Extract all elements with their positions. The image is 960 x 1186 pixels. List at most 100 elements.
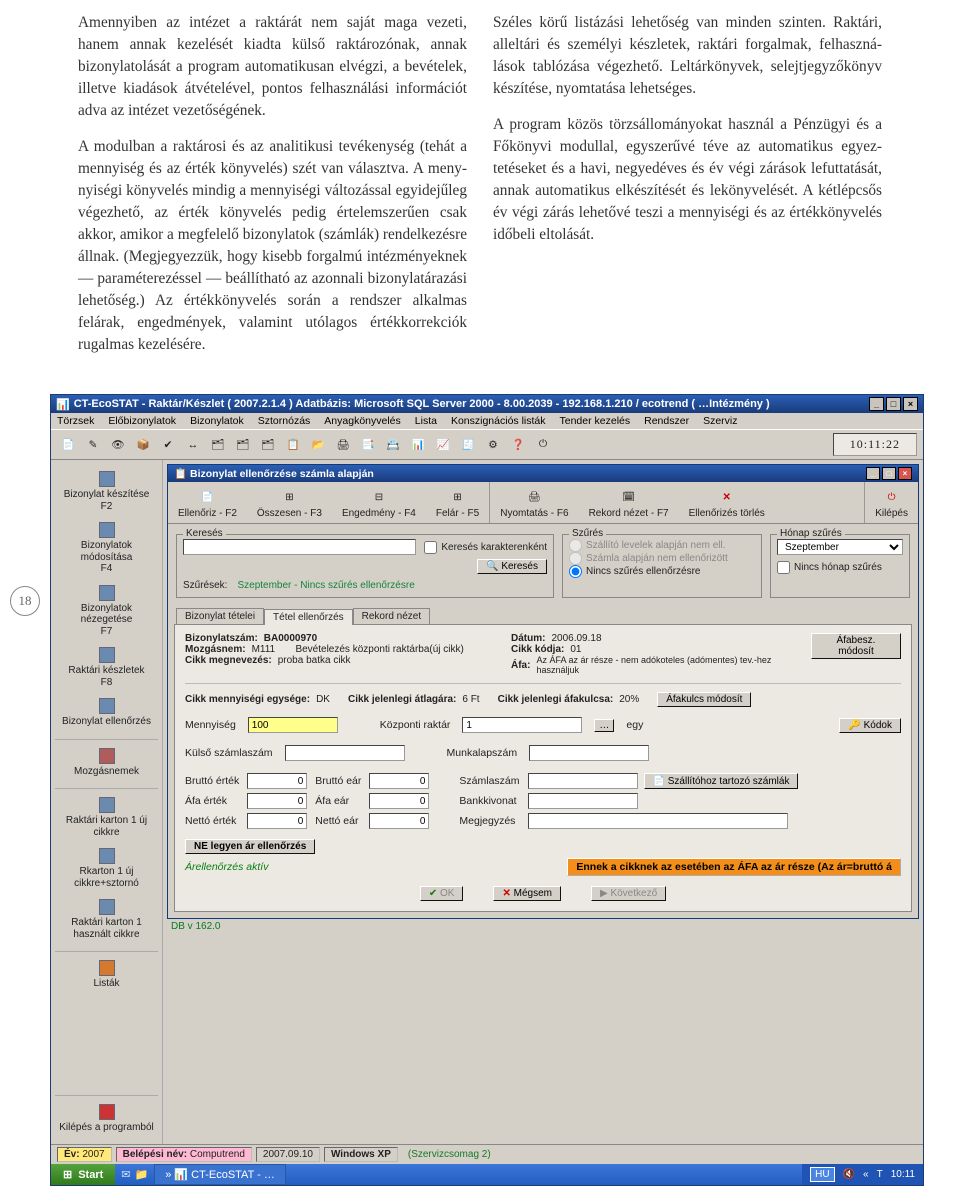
menu-item[interactable]: Előbizonylatok — [108, 415, 176, 427]
toolbar-icon[interactable]: 🗂 — [232, 434, 254, 456]
menu-item[interactable]: Szerviz — [703, 415, 737, 427]
dlg-maximize[interactable]: □ — [882, 467, 896, 480]
quicklaunch-icon[interactable]: ✉ — [121, 1168, 130, 1181]
toolbar-icon[interactable]: 👁 — [107, 434, 129, 456]
dialog-window: 📋 Bizonylat ellenőrzése számla alapján _… — [167, 464, 919, 919]
toolbar-icon[interactable]: 📄 — [57, 434, 79, 456]
sidebar-item[interactable]: Raktári karton 1 új cikkre — [55, 788, 158, 841]
tb-kilepes[interactable]: ⏻Kilépés — [864, 482, 918, 523]
tray-icon[interactable]: 🔇 — [843, 1169, 855, 1180]
search-input[interactable] — [183, 539, 416, 555]
menu-item[interactable]: Konszignációs listák — [451, 415, 546, 427]
cancel-button[interactable]: ✕ Mégsem — [493, 886, 561, 901]
window-title: CT-EcoSTAT - Raktár/Készlet ( 2007.2.1.4… — [74, 398, 770, 410]
dlg-minimize[interactable]: _ — [866, 467, 880, 480]
tab-ellenorzes[interactable]: Tétel ellenőrzés — [264, 609, 353, 625]
brutto-ertek-input[interactable] — [247, 773, 307, 789]
sidebar-item[interactable]: Bizonylatok nézegetéseF7 — [55, 582, 158, 641]
brutto-ear-input[interactable] — [369, 773, 429, 789]
menu-item[interactable]: Tender kezelés — [560, 415, 631, 427]
sidebar-item[interactable]: Bizonylatok módosításaF4 — [55, 519, 158, 578]
szallito-szamlak-button[interactable]: 📄 Szállítóhoz tartozó számlák — [644, 773, 799, 789]
toolbar-icon[interactable]: ✎ — [82, 434, 104, 456]
sidebar-exit[interactable]: Kilépés a programból — [55, 1095, 158, 1137]
toolbar-icon[interactable]: ⚙ — [482, 434, 504, 456]
filter-opt1[interactable]: Szállító levelek alapján nem ell. — [569, 539, 755, 552]
tab-rekord[interactable]: Rekord nézet — [353, 608, 430, 624]
sidebar-item[interactable]: Rkarton 1 új cikkre+sztornó — [55, 845, 158, 892]
tb-osszesen[interactable]: ⊞Összesen - F3 — [247, 482, 332, 523]
toolbar-icon[interactable]: 📂 — [307, 434, 329, 456]
menu-item[interactable]: Lista — [415, 415, 437, 427]
toolbar-icon[interactable]: 🖨 — [332, 434, 354, 456]
tray-icon[interactable]: T — [877, 1169, 883, 1180]
filter-opt3[interactable]: Nincs szűrés ellenőrzésre — [569, 565, 755, 578]
toolbar-icon[interactable]: 📇 — [382, 434, 404, 456]
month-select[interactable]: Szeptember — [777, 539, 903, 555]
kulso-szamla-input[interactable] — [285, 745, 405, 761]
sidebar-item[interactable]: Bizonylat készítéseF2 — [55, 468, 158, 515]
tb-torles[interactable]: ✕Ellenőrizés törlés — [679, 482, 775, 523]
start-button[interactable]: ⊞ Start — [51, 1164, 115, 1185]
afakulcs-modosit-button[interactable]: Áfakulcs módosít — [657, 692, 751, 707]
toolbar-icon[interactable]: 🗂 — [257, 434, 279, 456]
szamlaszam-input[interactable] — [528, 773, 638, 789]
toolbar-icon[interactable]: 📈 — [432, 434, 454, 456]
toolbar-icon[interactable]: ✔ — [157, 434, 179, 456]
menu-item[interactable]: Törzsek — [57, 415, 94, 427]
filter-opt2[interactable]: Számla alapján nem ellenőrizött — [569, 552, 755, 565]
raktar-input[interactable] — [462, 717, 582, 733]
toolbar-icon[interactable]: 🧾 — [457, 434, 479, 456]
megjegyzes-input[interactable] — [528, 813, 788, 829]
raktar-lookup[interactable]: … — [594, 719, 614, 732]
tb-engedmeny[interactable]: ⊟Engedmény - F4 — [332, 482, 426, 523]
mennyiseg-input[interactable] — [248, 717, 338, 733]
menu-item[interactable]: Sztornózás — [258, 415, 311, 427]
afa-ear-input[interactable] — [369, 793, 429, 809]
toolbar-icon[interactable]: 📋 — [282, 434, 304, 456]
sidebar-item[interactable]: Raktári készletekF8 — [55, 644, 158, 691]
bankkivonat-input[interactable] — [528, 793, 638, 809]
toolbar-icon[interactable]: 🗂 — [207, 434, 229, 456]
tb-ellenoriz[interactable]: 📄Ellenőriz - F2 — [168, 482, 247, 523]
toolbar-icon[interactable]: 📦 — [132, 434, 154, 456]
menu-item[interactable]: Rendszer — [644, 415, 689, 427]
quicklaunch-icon[interactable]: 📁 — [135, 1168, 149, 1181]
close-button[interactable]: × — [903, 397, 918, 411]
group-label: Keresés — [183, 528, 226, 539]
toolbar-icon[interactable]: ↔ — [182, 434, 204, 456]
charwise-checkbox[interactable]: Keresés karakterenként — [424, 541, 547, 554]
tb-rekord[interactable]: 🗓Rekord nézet - F7 — [579, 482, 679, 523]
minimize-button[interactable]: _ — [869, 397, 884, 411]
sidebar-item[interactable]: Mozgásnemek — [55, 739, 158, 781]
afa-ertek-input[interactable] — [247, 793, 307, 809]
dialog-title: Bizonylat ellenőrzése számla alapján — [190, 468, 374, 480]
sidebar-item[interactable]: Raktári karton 1 használt cikkre — [55, 896, 158, 943]
menu-item[interactable]: Anyagkönyvelés — [324, 415, 400, 427]
tb-nyomtatas[interactable]: 🖨Nyomtatás - F6 — [489, 482, 578, 523]
munkalap-input[interactable] — [529, 745, 649, 761]
maximize-button[interactable]: □ — [886, 397, 901, 411]
label: Nettó eár — [315, 815, 361, 827]
menu-item[interactable]: Bizonylatok — [190, 415, 244, 427]
netto-ertek-input[interactable] — [247, 813, 307, 829]
tb-felar[interactable]: ⊞Felár - F5 — [426, 482, 489, 523]
tab-tetelei[interactable]: Bizonylat tételei — [176, 608, 264, 624]
value: 01 — [570, 644, 581, 655]
dlg-close[interactable]: × — [898, 467, 912, 480]
no-month-filter[interactable]: Nincs hónap szűrés — [777, 561, 903, 574]
toolbar-icon[interactable]: ⏻ — [532, 434, 554, 456]
afabesz-modosit-button[interactable]: Áfabesz. módosít — [811, 633, 901, 659]
search-button[interactable]: 🔍 Keresés — [477, 559, 547, 574]
toolbar-icon[interactable]: 📑 — [357, 434, 379, 456]
sidebar-item[interactable]: Bizonylat ellenőrzés — [55, 695, 158, 731]
language-indicator[interactable]: HU — [810, 1167, 834, 1182]
ne-legyen-button[interactable]: NE legyen ár ellenőrzés — [185, 839, 315, 854]
netto-ear-input[interactable] — [369, 813, 429, 829]
sidebar-item[interactable]: Listák — [55, 951, 158, 993]
toolbar-icon[interactable]: ❓ — [507, 434, 529, 456]
taskbar-task[interactable]: » 📊 CT-EcoSTAT - … — [154, 1164, 286, 1185]
tray-icon[interactable]: « — [863, 1169, 869, 1180]
kodok-button[interactable]: 🔑 Kódok — [839, 718, 901, 733]
toolbar-icon[interactable]: 📊 — [407, 434, 429, 456]
